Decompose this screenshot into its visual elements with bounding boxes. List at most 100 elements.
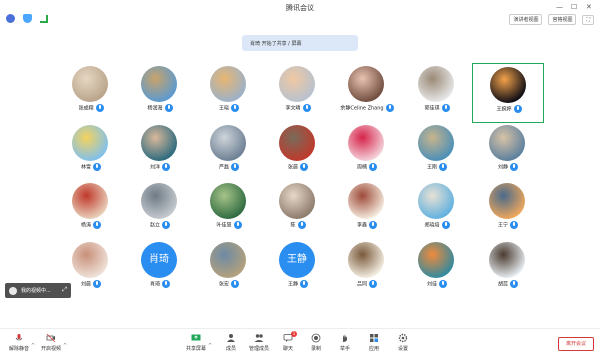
raise-label: 举手 [339, 346, 350, 352]
apps-button[interactable]: 应用 [361, 333, 387, 352]
participant-name: 王刚 [426, 164, 437, 171]
participant-avatar [141, 183, 177, 219]
audio-options-caret-icon[interactable]: ^ [31, 343, 35, 349]
mic-status-icon [302, 104, 311, 112]
participant-tile[interactable]: 吕同 [331, 242, 403, 302]
mic-status-icon [95, 104, 104, 112]
participant-name: 王宁 [497, 222, 508, 229]
mic-status-icon [510, 221, 518, 229]
mic-status-icon [439, 163, 447, 171]
info-icon[interactable] [6, 14, 15, 23]
participant-tile[interactable]: 杨涛 [55, 183, 127, 243]
participant-avatar [72, 242, 108, 278]
participant-name: 杨涛 [80, 222, 91, 229]
share-options-caret-icon[interactable]: ^ [208, 343, 212, 349]
participant-tile[interactable]: 赵立 [124, 183, 196, 243]
leave-meeting-button[interactable]: 离开会议 [558, 337, 594, 351]
speaker-view-button[interactable]: 演讲者视图 [509, 14, 543, 25]
participant-name-row: 吕同 [331, 280, 403, 288]
shield-icon[interactable] [23, 14, 32, 23]
mic-status-icon [231, 163, 239, 171]
manage-members-button[interactable]: 管理成员 [246, 333, 272, 352]
participant-name: 李鑫 [356, 222, 367, 229]
self-view[interactable]: 我的视频中... ⤢ [5, 283, 71, 298]
participant-tile[interactable]: 张宏 [193, 242, 265, 302]
self-avatar-icon [9, 286, 17, 295]
video-label: 开启视频 [40, 346, 61, 352]
participant-avatar [418, 125, 454, 161]
participant-tile[interactable]: 王静 王静 [262, 242, 334, 302]
self-view-label: 我的视频中... [21, 288, 51, 294]
participant-avatar [348, 125, 384, 161]
participant-tile[interactable]: 胡蕊 [472, 242, 544, 302]
participant-tile[interactable]: 刘佳 [401, 242, 473, 302]
participant-name-row: 郭佳琪 [401, 104, 473, 112]
participant-tile[interactable]: 严磊 [193, 125, 265, 185]
participant-avatar [141, 66, 177, 102]
close-button[interactable]: ✕ [586, 3, 592, 11]
participant-name: 吕同 [356, 281, 367, 288]
expand-icon[interactable]: ⤢ [62, 286, 67, 294]
participant-avatar [348, 242, 384, 278]
share-screen-button[interactable]: 共享屏幕 [183, 333, 209, 352]
participant-name: 张成翔 [78, 105, 94, 112]
settings-button[interactable]: 设置 [390, 333, 416, 352]
restore-button[interactable]: ☐ [571, 3, 577, 11]
participant-tile[interactable]: 郭佳琪 [401, 66, 473, 126]
participant-name-row: 杨润海 [124, 104, 196, 112]
participant-tile[interactable]: 林雪 [55, 125, 127, 185]
mute-button[interactable]: 解除静音 [6, 333, 32, 352]
participant-tile[interactable]: 王晓 [193, 66, 265, 126]
raise-hand-button[interactable]: 举手 [332, 333, 358, 352]
participant-tile[interactable]: 杨润海 [124, 66, 196, 126]
participant-tile[interactable]: 王婉婷 [472, 63, 544, 123]
participant-name: 李文晴 [285, 105, 301, 112]
mic-status-icon [439, 280, 447, 288]
participant-tile[interactable]: 刘静 [472, 125, 544, 185]
signal-icon[interactable] [40, 14, 48, 23]
participant-tile[interactable]: 王刚 [401, 125, 473, 185]
video-button[interactable]: 开启视频 [38, 333, 64, 352]
record-icon [311, 333, 321, 343]
participant-tile[interactable]: 周楠 [331, 125, 403, 185]
participant-name: 郑晓培 [424, 222, 440, 229]
mic-status-icon [231, 280, 239, 288]
mic-status-icon [513, 105, 522, 113]
participant-name: 刘佳 [426, 281, 437, 288]
participant-tile[interactable]: 李文晴 [262, 66, 334, 126]
participant-tile[interactable]: 郑晓培 [401, 183, 473, 243]
participant-avatar [210, 125, 246, 161]
participant-name-row: 刘静 [472, 163, 544, 171]
participant-name: 周楠 [356, 164, 367, 171]
participant-tile[interactable]: 王宁 [472, 183, 544, 243]
participant-name-row: 严磊 [193, 163, 265, 171]
mic-status-icon [162, 280, 170, 288]
members-button[interactable]: 成员 [218, 333, 244, 352]
camera-off-icon [46, 333, 56, 343]
participant-avatar [348, 66, 384, 102]
chat-button[interactable]: 聊天 1 [275, 331, 301, 352]
participant-tile[interactable]: 余静Celine Zhang [331, 66, 403, 126]
fullscreen-icon[interactable]: ⛶ [582, 14, 594, 25]
participant-tile[interactable]: 李鑫 [331, 183, 403, 243]
hand-icon [343, 334, 347, 342]
participant-name-row: 余静Celine Zhang [331, 104, 403, 112]
participant-tile[interactable]: 肖琦 肖琦 [124, 242, 196, 302]
participant-tile[interactable]: 陈 [262, 183, 334, 243]
participant-name-row: 王婉婷 [473, 105, 545, 113]
participant-name-row: 杨涛 [55, 221, 127, 229]
participant-tile[interactable]: 叶佳慧 [193, 183, 265, 243]
video-options-caret-icon[interactable]: ^ [63, 343, 67, 349]
participant-name: 王晓 [218, 105, 229, 112]
record-button[interactable]: 录制 [303, 333, 329, 352]
participant-name: 张晨 [287, 164, 298, 171]
gallery-view-button[interactable]: 宫格视图 [548, 14, 577, 25]
participant-tile[interactable]: 刘洋 [124, 125, 196, 185]
participant-tile[interactable]: 张成翔 [55, 66, 127, 126]
participant-avatar [279, 125, 315, 161]
participant-avatar [210, 183, 246, 219]
minimize-button[interactable]: — [556, 3, 563, 11]
participant-name-row: 王静 [262, 280, 334, 288]
participant-avatar [210, 242, 246, 278]
participant-tile[interactable]: 张晨 [262, 125, 334, 185]
